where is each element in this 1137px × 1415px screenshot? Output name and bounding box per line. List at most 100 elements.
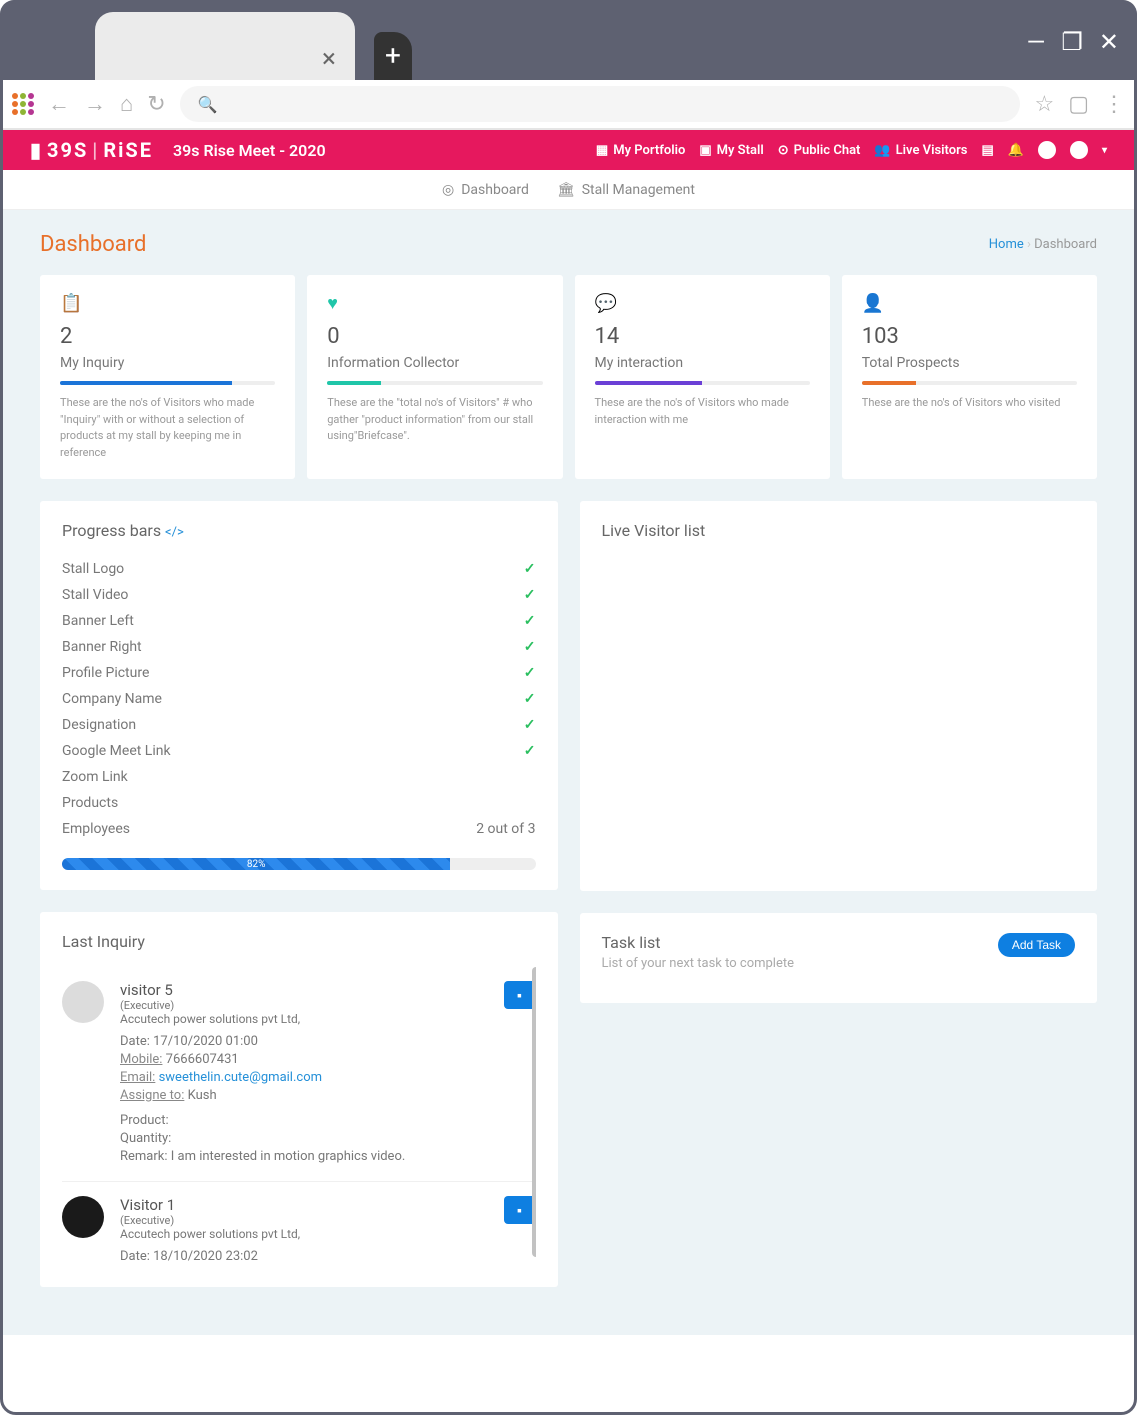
stat-bar bbox=[60, 381, 275, 385]
progress-row: Profile Picture ✓ bbox=[62, 660, 536, 686]
inquiry-chat-button[interactable]: ▪ bbox=[504, 981, 536, 1009]
inquiry-item: visitor 5 (Executive) Accutech power sol… bbox=[62, 967, 536, 1182]
avatar-1[interactable] bbox=[1038, 141, 1056, 159]
last-inquiry-card: Last Inquiry visitor 5 (Executive) Accut… bbox=[40, 912, 558, 1287]
stat-card-3[interactable]: 👤 103 Total Prospects These are the no's… bbox=[842, 275, 1097, 479]
inquiry-avatar bbox=[62, 981, 104, 1023]
back-icon[interactable]: ← bbox=[48, 91, 70, 117]
inquiry-chat-button[interactable]: ▪ bbox=[504, 1196, 536, 1224]
nav-live-visitors[interactable]: 👥Live Visitors bbox=[874, 143, 967, 158]
avatar-2[interactable] bbox=[1070, 141, 1088, 159]
progress-row: Stall Logo✓ bbox=[62, 556, 536, 582]
progress-card: Progress bars </> Stall Logo✓Stall Video… bbox=[40, 501, 558, 890]
inquiry-item: Visitor 1 (Executive) Accutech power sol… bbox=[62, 1182, 536, 1267]
stat-card-0[interactable]: 📋 2 My Inquiry These are the no's of Vis… bbox=[40, 275, 295, 479]
inquiry-remark: Remark: I am interested in motion graphi… bbox=[120, 1149, 488, 1164]
nav-my-portfolio[interactable]: ▦My Portfolio bbox=[596, 143, 685, 158]
stat-value: 0 bbox=[327, 324, 542, 349]
check-icon: ✓ bbox=[524, 717, 536, 733]
chat-icon: ⊙ bbox=[778, 143, 789, 158]
stat-card-2[interactable]: 💬 14 My interaction These are the no's o… bbox=[575, 275, 830, 479]
maximize-icon[interactable]: ❐ bbox=[1061, 28, 1083, 56]
stat-desc: These are the no's of Visitors who made … bbox=[60, 395, 275, 461]
check-icon: ✓ bbox=[524, 691, 536, 707]
progress-label: Google Meet Link bbox=[62, 743, 171, 759]
stat-desc: These are the no's of Visitors who visit… bbox=[862, 395, 1077, 412]
progress-row: Employees2 out of 3 bbox=[62, 816, 536, 842]
live-visitor-card: Live Visitor list bbox=[580, 501, 1098, 891]
progress-row: Zoom Link bbox=[62, 764, 536, 790]
stat-label: Total Prospects bbox=[862, 355, 1077, 371]
progress-label: Employees bbox=[62, 821, 130, 837]
stat-label: My interaction bbox=[595, 355, 810, 371]
progress-label: Stall Logo bbox=[62, 561, 124, 577]
inquiry-name: Visitor 1 bbox=[120, 1196, 488, 1214]
stat-label: Information Collector bbox=[327, 355, 542, 371]
minimize-icon[interactable]: — bbox=[1027, 28, 1046, 56]
stat-bar bbox=[327, 381, 542, 385]
close-window-icon[interactable]: ✕ bbox=[1099, 28, 1119, 56]
bookmark-icon[interactable]: ☆ bbox=[1034, 92, 1054, 117]
task-list-sub: List of your next task to complete bbox=[602, 956, 998, 971]
tab-close-icon[interactable]: × bbox=[322, 44, 336, 74]
progress-label: Profile Picture bbox=[62, 665, 149, 681]
nav-my-stall[interactable]: ▣My Stall bbox=[699, 143, 763, 158]
new-tab-button[interactable]: + bbox=[374, 32, 412, 80]
inquiry-company: Accutech power solutions pvt Ltd, bbox=[120, 1227, 488, 1241]
nav-public-chat[interactable]: ⊙Public Chat bbox=[778, 143, 861, 158]
grid-icon: ▦ bbox=[596, 143, 608, 158]
inquiry-email: Email: sweethelin.cute@gmail.com bbox=[120, 1070, 488, 1085]
subnav-stall-management[interactable]: 🏛Stall Management bbox=[557, 182, 695, 198]
task-list-card: Task list List of your next task to comp… bbox=[580, 913, 1098, 1003]
inquiry-mobile: Mobile: 7666607431 bbox=[120, 1052, 488, 1067]
page-title: Dashboard bbox=[40, 232, 146, 257]
progress-label: Stall Video bbox=[62, 587, 128, 603]
message-icon[interactable]: ▤ bbox=[981, 143, 993, 158]
app-title: 39s Rise Meet - 2020 bbox=[173, 141, 326, 160]
inquiry-role: (Executive) bbox=[120, 1214, 488, 1227]
progress-row: Products bbox=[62, 790, 536, 816]
stat-icon: 📋 bbox=[60, 293, 275, 314]
progress-label: Banner Left bbox=[62, 613, 134, 629]
breadcrumb-home[interactable]: Home bbox=[989, 237, 1024, 252]
inquiry-name: visitor 5 bbox=[120, 981, 488, 999]
progress-row: Google Meet Link ✓ bbox=[62, 738, 536, 764]
address-bar[interactable]: 🔍 bbox=[180, 86, 1021, 122]
progress-label: Designation bbox=[62, 717, 136, 733]
bell-icon[interactable]: 🔔 bbox=[1008, 143, 1024, 158]
subnav-dashboard[interactable]: ◎Dashboard bbox=[442, 182, 529, 198]
users-icon: 👥 bbox=[874, 143, 890, 158]
inquiry-avatar bbox=[62, 1196, 104, 1238]
progress-row: Designation ✓ bbox=[62, 712, 536, 738]
reload-icon[interactable]: ↻ bbox=[147, 92, 165, 117]
inquiry-role: (Executive) bbox=[120, 999, 488, 1012]
menu-icon[interactable]: ⋮ bbox=[1103, 92, 1125, 117]
inquiry-product: Product: bbox=[120, 1113, 488, 1128]
stat-value: 14 bbox=[595, 324, 810, 349]
progress-label: Zoom Link bbox=[62, 769, 128, 785]
inquiry-assignee: Assigne to: Kush bbox=[120, 1088, 488, 1103]
breadcrumb-current: Dashboard bbox=[1034, 237, 1097, 252]
apps-grid-icon[interactable] bbox=[12, 93, 34, 115]
breadcrumb: Home › Dashboard bbox=[989, 237, 1097, 252]
task-list-title: Task list bbox=[602, 933, 998, 952]
add-task-button[interactable]: Add Task bbox=[998, 933, 1075, 957]
home-icon[interactable]: ⌂ bbox=[120, 91, 133, 117]
target-icon: ◎ bbox=[442, 182, 454, 198]
check-icon: ✓ bbox=[524, 665, 536, 681]
stat-label: My Inquiry bbox=[60, 355, 275, 371]
check-icon: ✓ bbox=[524, 639, 536, 655]
page-icon[interactable]: ▢ bbox=[1068, 92, 1089, 117]
stat-card-1[interactable]: ♥ 0 Information Collector These are the … bbox=[307, 275, 562, 479]
progress-label: Products bbox=[62, 795, 118, 811]
overall-progress-bar: 82% bbox=[62, 858, 536, 870]
stat-desc: These are the no's of Visitors who made … bbox=[595, 395, 810, 428]
progress-row: Banner Right✓ bbox=[62, 634, 536, 660]
search-icon: 🔍 bbox=[198, 95, 218, 114]
check-icon: ✓ bbox=[524, 587, 536, 603]
check-icon: ✓ bbox=[524, 743, 536, 759]
stat-bar bbox=[862, 381, 1077, 385]
forward-icon[interactable]: → bbox=[84, 91, 106, 117]
browser-tab[interactable] bbox=[95, 12, 355, 80]
chevron-down-icon[interactable]: ▾ bbox=[1102, 145, 1107, 156]
